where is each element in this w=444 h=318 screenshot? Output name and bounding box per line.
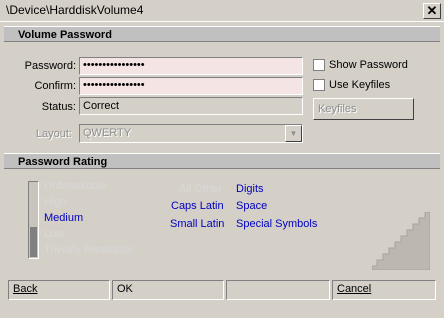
char-class-special-symbols: Special Symbols <box>236 218 318 230</box>
use-keyfiles-label[interactable]: Use Keyfiles <box>329 79 390 91</box>
rating-level-unbreakable: Unbreakable <box>44 180 107 192</box>
strength-stairs-icon <box>372 212 430 270</box>
char-class-space: Space <box>236 200 268 212</box>
back-label: Back <box>13 283 38 295</box>
cancel-label: Cancel <box>337 283 372 295</box>
char-class-digits: Digits <box>236 183 264 195</box>
char-class-all-other: All Other <box>179 183 222 195</box>
password-rating-header: Password Rating <box>4 153 440 169</box>
back-button[interactable]: Back <box>8 280 110 300</box>
rating-level-trivially-breakable: Trivially Breakable <box>44 244 134 256</box>
layout-value: QWERTY <box>83 127 132 139</box>
window-title: \Device\HarddiskVolume4 <box>6 3 144 17</box>
confirm-label: Confirm: <box>34 80 76 92</box>
rating-level-medium: Medium <box>44 212 84 224</box>
use-keyfiles-checkbox[interactable] <box>313 79 325 91</box>
password-input[interactable]: •••••••••••••••• <box>79 57 303 75</box>
show-password-checkbox[interactable] <box>313 59 325 71</box>
rating-level-high: High <box>44 196 67 208</box>
chevron-down-icon[interactable]: ▼ <box>285 125 302 142</box>
status-label: Status: <box>41 101 76 113</box>
button-spacer <box>226 280 330 300</box>
keyfiles-button[interactable]: Keyfiles <box>313 98 414 120</box>
layout-label: Layout: <box>35 128 72 140</box>
ok-button[interactable]: OK <box>112 280 224 300</box>
rating-meter-fill <box>30 226 37 257</box>
close-icon: ✕ <box>426 3 438 18</box>
rating-level-low: Low <box>44 228 65 240</box>
layout-select[interactable]: QWERTY <box>79 124 303 143</box>
title-bar: \Device\HarddiskVolume4 ✕ <box>0 0 444 22</box>
show-password-label[interactable]: Show Password <box>329 59 408 71</box>
cancel-button[interactable]: Cancel <box>332 280 436 300</box>
char-class-caps-latin: Caps Latin <box>171 200 224 212</box>
char-class-small-latin: Small Latin <box>170 218 225 230</box>
rating-meter <box>28 181 39 259</box>
status-field: Correct <box>79 97 303 115</box>
volume-password-header: Volume Password <box>4 26 440 42</box>
close-button[interactable]: ✕ <box>423 3 441 19</box>
confirm-input[interactable]: •••••••••••••••• <box>79 77 303 95</box>
password-label: Password: <box>24 60 76 72</box>
